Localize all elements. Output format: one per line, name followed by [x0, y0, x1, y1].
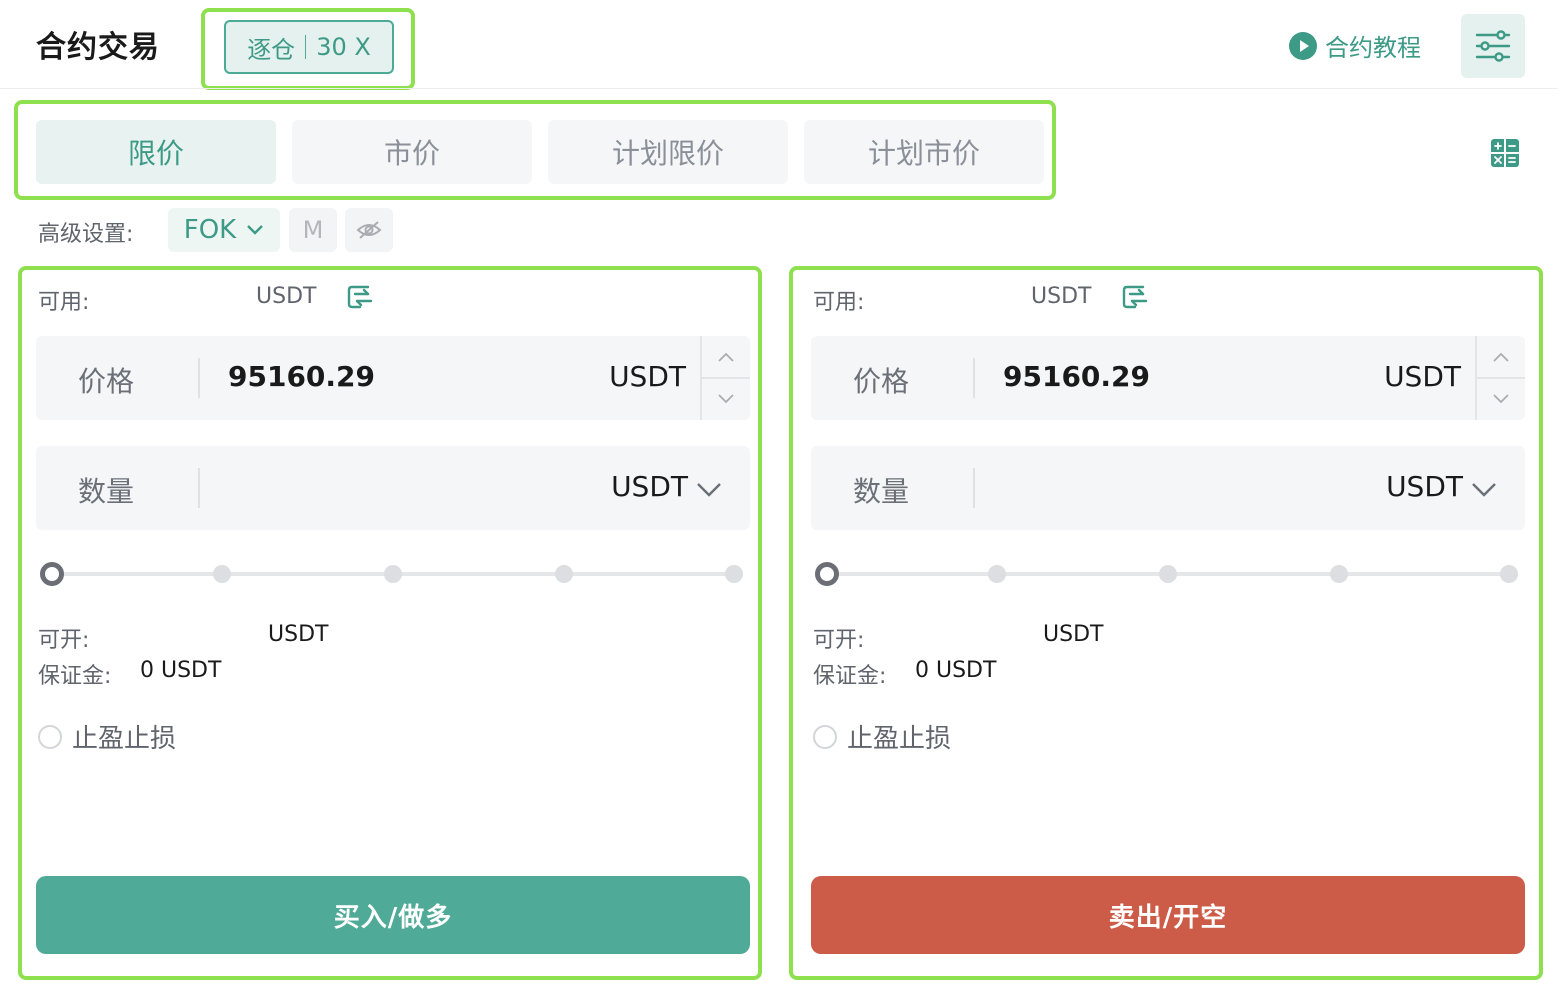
price-value[interactable]: 95160.29: [228, 360, 375, 393]
order-type-value: FOK: [183, 215, 237, 245]
chevron-up-icon[interactable]: [716, 348, 736, 368]
tp-sl-checkbox[interactable]: 止盈止损: [38, 718, 176, 755]
margin-value: 0 USDT: [140, 658, 222, 683]
calculator-icon[interactable]: [1490, 138, 1520, 168]
price-label: 价格: [853, 365, 910, 398]
price-unit: USDT: [609, 360, 686, 393]
tp-sl-label: 止盈止损: [847, 724, 952, 754]
slider-step[interactable]: [1500, 565, 1518, 583]
quantity-label: 数量: [78, 475, 135, 508]
eye-off-icon: [356, 221, 382, 239]
transfer-icon[interactable]: [346, 282, 374, 310]
radio-circle[interactable]: [813, 724, 837, 749]
slider-step[interactable]: [988, 565, 1006, 583]
header-divider: [0, 88, 1558, 89]
hide-button[interactable]: [345, 208, 393, 252]
sell-short-button[interactable]: 卖出/开空: [811, 876, 1525, 954]
percent-slider[interactable]: [38, 562, 743, 586]
price-stepper[interactable]: [700, 336, 750, 420]
tp-sl-checkbox[interactable]: 止盈止损: [813, 718, 951, 755]
slider-step[interactable]: [1330, 565, 1348, 583]
radio-circle[interactable]: [38, 724, 62, 749]
openable-label: 可开:: [38, 628, 90, 653]
field-divider: [198, 468, 200, 508]
settings-button[interactable]: [1461, 14, 1525, 78]
m-button[interactable]: M: [289, 208, 337, 252]
available-unit: USDT: [256, 284, 317, 309]
price-label: 价格: [78, 365, 135, 398]
page-title: 合约交易: [36, 30, 160, 65]
chevron-down-icon[interactable]: [1471, 476, 1497, 502]
slider-handle[interactable]: [815, 562, 839, 586]
margin-value: 0 USDT: [915, 658, 997, 683]
price-value[interactable]: 95160.29: [1003, 360, 1150, 393]
slider-step[interactable]: [555, 565, 573, 583]
chevron-down-icon[interactable]: [716, 388, 736, 408]
price-input[interactable]: 价格 95160.29 USDT: [36, 336, 750, 420]
available-label: 可用:: [38, 290, 90, 315]
chevron-down-icon: [247, 225, 264, 235]
field-divider: [198, 358, 200, 398]
tutorial-label: 合约教程: [1325, 34, 1421, 62]
margin-leverage-button[interactable]: 逐仓 30 X: [224, 20, 394, 74]
quantity-label: 数量: [853, 475, 910, 508]
field-divider: [973, 358, 975, 398]
openable-label: 可开:: [813, 628, 865, 653]
slider-step[interactable]: [213, 565, 231, 583]
badge-divider: [305, 35, 307, 59]
price-stepper[interactable]: [1475, 336, 1525, 420]
field-divider: [973, 468, 975, 508]
buy-panel: 可用: USDT 价格 95160.29 USDT 数量 USDT 可开: US…: [18, 266, 762, 980]
tab-limit[interactable]: 限价: [36, 120, 276, 184]
buy-long-button[interactable]: 买入/做多: [36, 876, 750, 954]
stepper-divider: [702, 377, 750, 379]
play-icon: [1289, 31, 1317, 60]
stepper-divider: [1477, 377, 1525, 379]
margin-label: 保证金:: [813, 664, 887, 689]
price-unit: USDT: [1384, 360, 1461, 393]
price-input[interactable]: 价格 95160.29 USDT: [811, 336, 1525, 420]
tp-sl-label: 止盈止损: [72, 724, 177, 754]
openable-unit: USDT: [268, 622, 329, 647]
percent-slider[interactable]: [813, 562, 1518, 586]
slider-handle[interactable]: [40, 562, 64, 586]
slider-step[interactable]: [725, 565, 743, 583]
chevron-down-icon[interactable]: [696, 476, 722, 502]
tab-plan-limit[interactable]: 计划限价: [548, 120, 788, 184]
sliders-icon: [1475, 30, 1511, 62]
quantity-input[interactable]: 数量 USDT: [36, 446, 750, 530]
margin-mode-label: 逐仓: [247, 35, 296, 64]
order-type-dropdown[interactable]: FOK: [168, 208, 280, 252]
tab-plan-market[interactable]: 计划市价: [804, 120, 1044, 184]
transfer-icon[interactable]: [1121, 282, 1149, 310]
available-label: 可用:: [813, 290, 865, 315]
chevron-up-icon[interactable]: [1491, 348, 1511, 368]
leverage-label: 30 X: [316, 33, 371, 61]
slider-step[interactable]: [1159, 565, 1177, 583]
sell-panel: 可用: USDT 价格 95160.29 USDT 数量 USDT 可开: US…: [793, 266, 1537, 980]
quantity-input[interactable]: 数量 USDT: [811, 446, 1525, 530]
margin-label: 保证金:: [38, 664, 112, 689]
tutorial-link[interactable]: 合约教程: [1289, 28, 1421, 63]
slider-step[interactable]: [384, 565, 402, 583]
quantity-unit[interactable]: USDT: [611, 470, 688, 503]
available-unit: USDT: [1031, 284, 1092, 309]
tab-market[interactable]: 市价: [292, 120, 532, 184]
quantity-unit[interactable]: USDT: [1386, 470, 1463, 503]
openable-unit: USDT: [1043, 622, 1104, 647]
chevron-down-icon[interactable]: [1491, 388, 1511, 408]
advanced-settings-label: 高级设置:: [38, 222, 134, 247]
